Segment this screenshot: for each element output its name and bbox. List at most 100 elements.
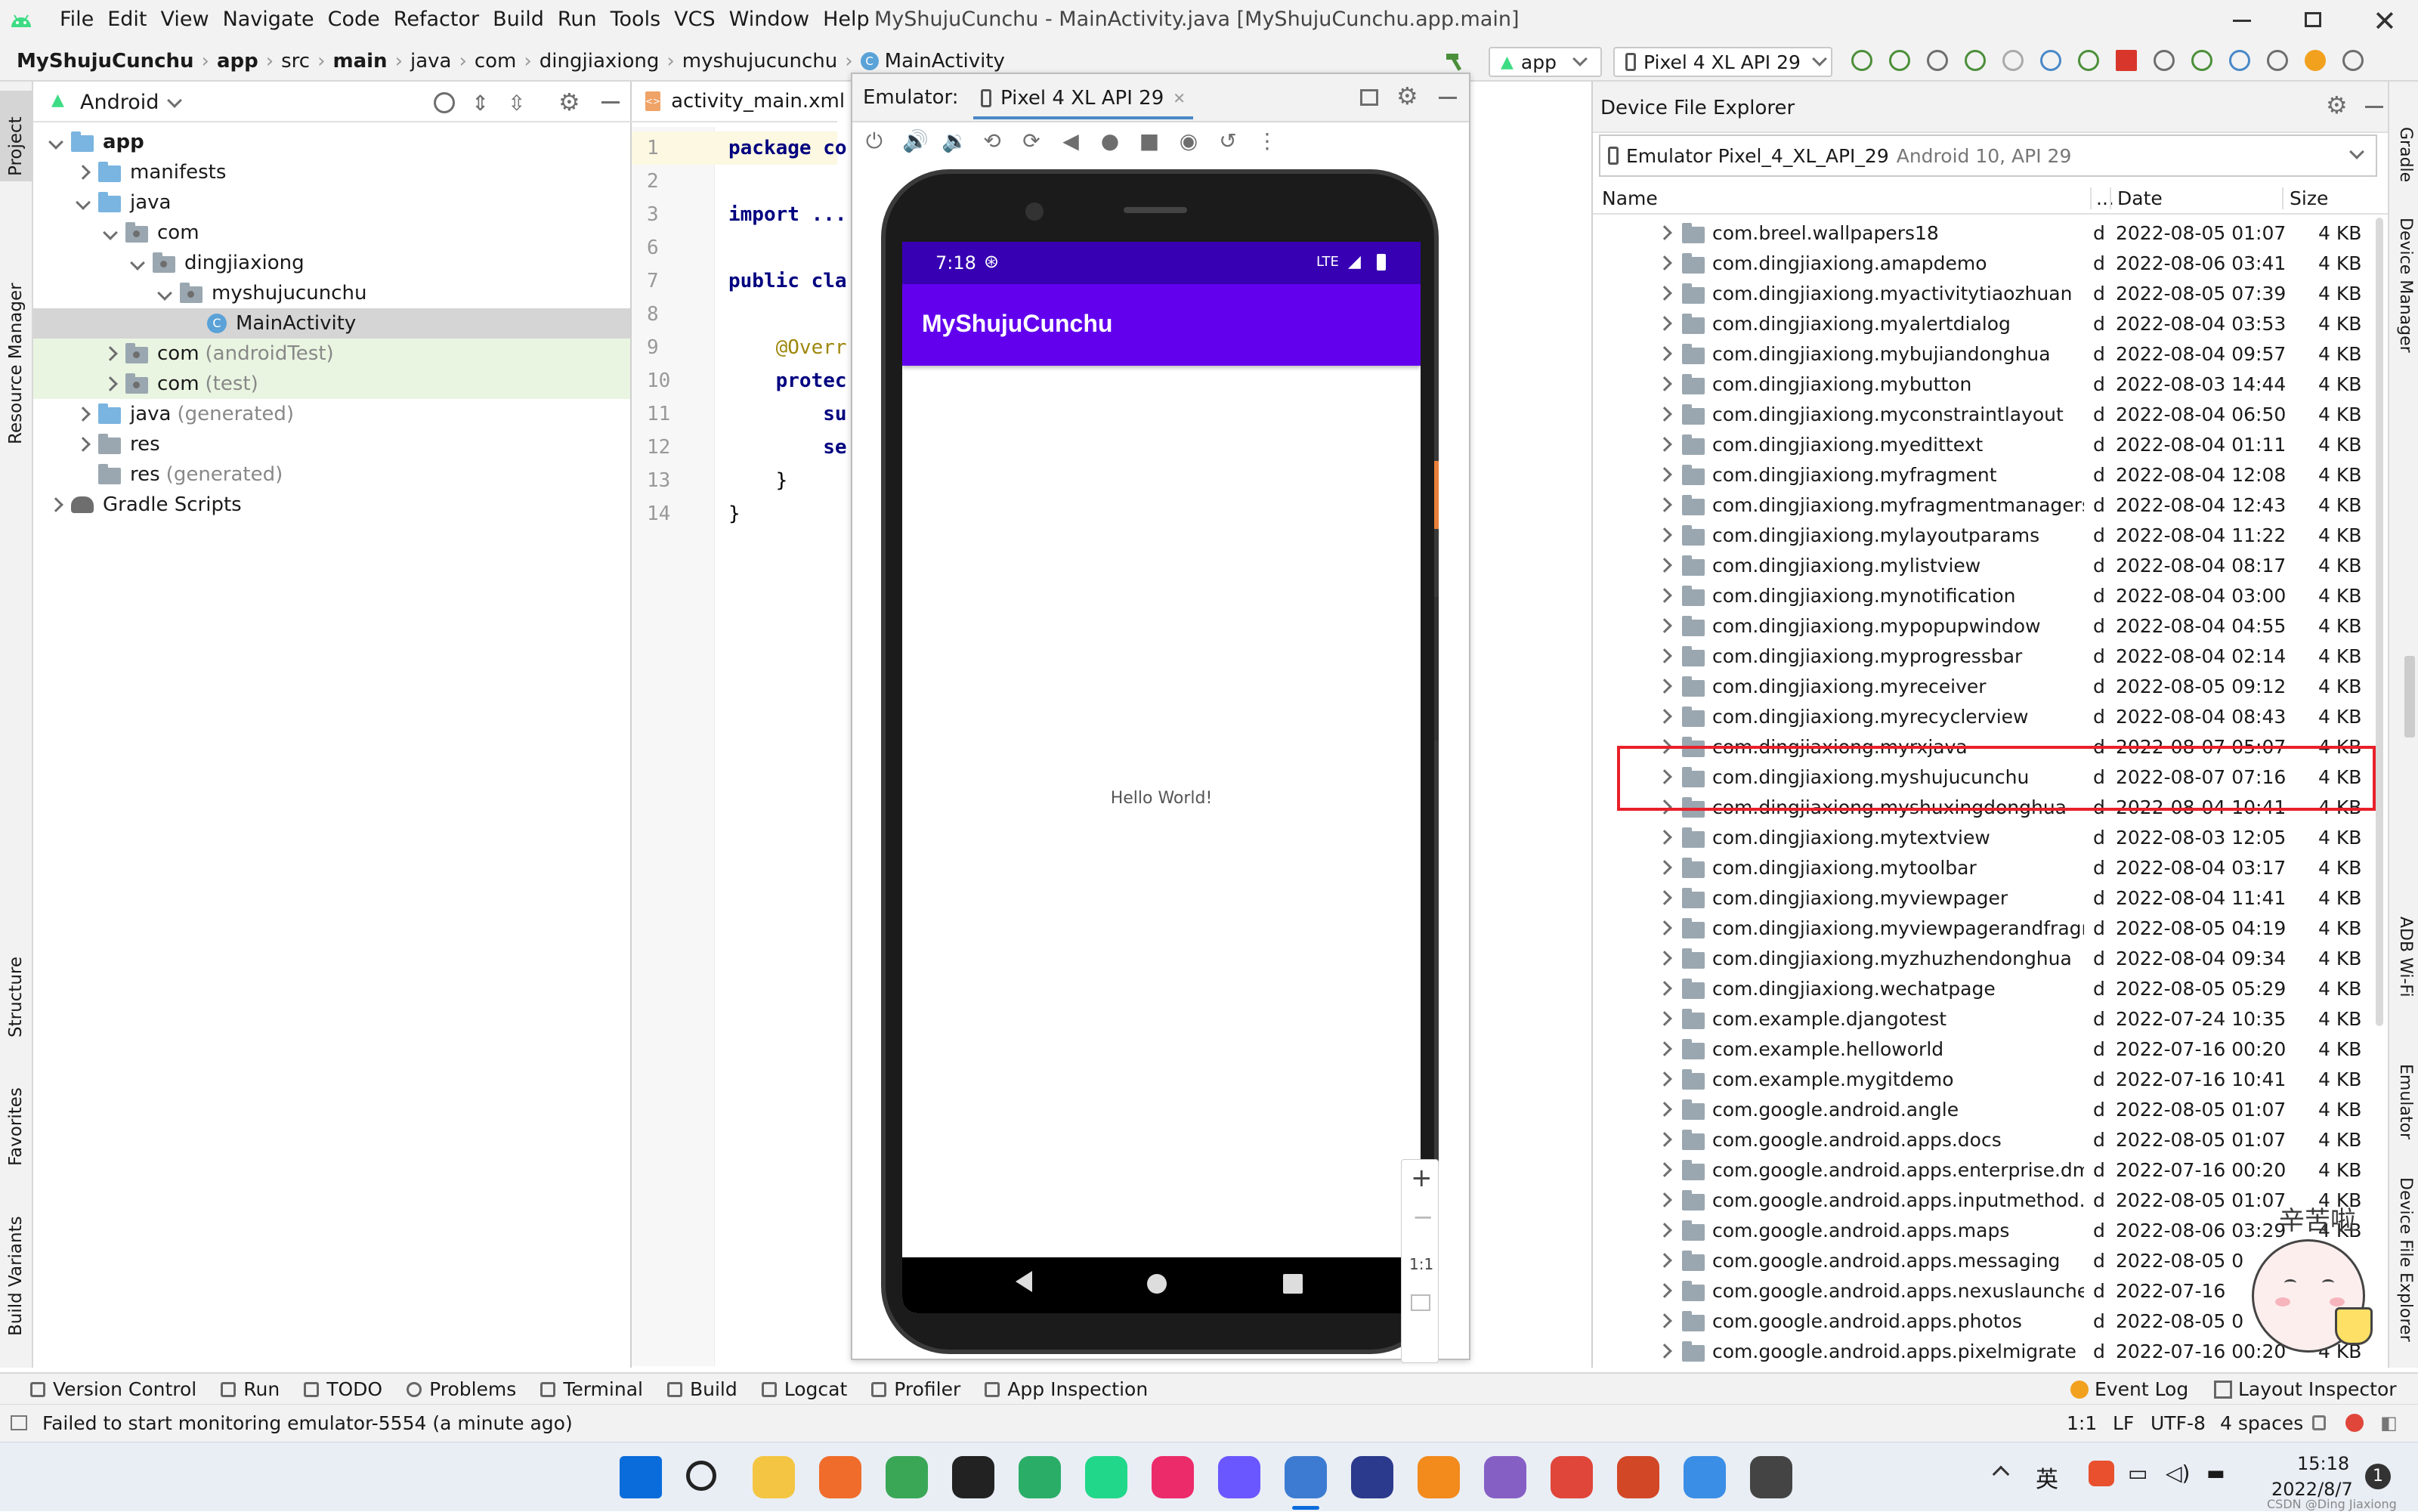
tree-toggle[interactable]	[68, 437, 98, 452]
chevron-right-icon[interactable]	[1657, 467, 1672, 482]
menu-edit[interactable]: Edit	[100, 8, 153, 35]
code-line[interactable]: 9 @Overr	[632, 331, 847, 364]
file-row[interactable]: com.example.djangotest d 2022-07-24 10:35 4…	[1593, 1003, 2389, 1034]
more-icon[interactable]: ⋮	[1256, 128, 1279, 154]
chevron-right-icon[interactable]	[1657, 286, 1672, 301]
android-studio-icon[interactable]	[1285, 1456, 1327, 1498]
device-selector[interactable]: Emulator Pixel_4_XL_API_29 Android 10, A…	[1599, 135, 2377, 177]
project-tree-item[interactable]: dingjiaxiong	[33, 248, 630, 278]
file-row[interactable]: com.dingjiaxiong.myfragment d 2022-08-04 1…	[1593, 459, 2389, 490]
status-toggle-icon[interactable]	[11, 1415, 27, 1430]
chevron-right-icon[interactable]	[1657, 1223, 1672, 1238]
file-row[interactable]: com.dingjiaxiong.mybutton d 2022-08-03 14:…	[1593, 369, 2389, 399]
menu-run[interactable]: Run	[551, 8, 604, 35]
intellij-icon[interactable]	[1152, 1456, 1194, 1498]
file-row[interactable]: com.dingjiaxiong.mypopupwindow d 2022-08-0…	[1593, 611, 2389, 641]
event-log-tab[interactable]: Event Log	[2070, 1378, 2188, 1400]
project-tree-item[interactable]: Gradle Scripts	[33, 490, 630, 520]
collapse-all-icon[interactable]: ⇳	[508, 91, 525, 116]
power-icon[interactable]: ⏻	[863, 128, 886, 154]
chevron-right-icon[interactable]	[1657, 679, 1672, 694]
minimize-button[interactable]	[2233, 20, 2251, 22]
store-icon[interactable]	[1684, 1456, 1726, 1498]
chevron-right-icon[interactable]	[1657, 316, 1672, 331]
breadcrumb-item[interactable]: app	[217, 50, 258, 73]
menu-build[interactable]: Build	[486, 8, 551, 35]
phone-screen[interactable]: 7:18 ⊛ LTE ◢ MyShujuCunchu Hello World!	[902, 242, 1421, 1313]
file-row[interactable]: com.dingjiaxiong.myviewpager d 2022-08-04 …	[1593, 883, 2389, 913]
chevron-right-icon[interactable]	[1657, 1102, 1672, 1117]
back-icon[interactable]: ◀	[1059, 128, 1082, 154]
file-row[interactable]: com.dingjiaxiong.myedittext d 2022-08-04 0…	[1593, 429, 2389, 459]
menu-file[interactable]: File	[53, 8, 100, 35]
chevron-right-icon[interactable]	[1657, 709, 1672, 724]
sync-gradle-icon[interactable]	[2154, 50, 2175, 71]
zoom-in-icon[interactable]: +	[1411, 1163, 1433, 1193]
rerun-icon[interactable]	[1851, 50, 1872, 71]
breadcrumb-item[interactable]: MyShujuCunchu	[17, 50, 194, 73]
close-tab-icon[interactable]: ✕	[1173, 89, 1186, 107]
restore-button[interactable]	[2305, 12, 2321, 27]
bottom-tab-build[interactable]: Build	[666, 1378, 737, 1400]
menu-help[interactable]: Help	[816, 8, 877, 35]
code-line[interactable]: 13 }	[632, 464, 837, 497]
chevron-right-icon[interactable]	[1657, 951, 1672, 966]
tree-toggle[interactable]	[41, 497, 71, 512]
file-row[interactable]: com.dingjiaxiong.myviewpagerandfragmen d 2…	[1593, 913, 2389, 943]
file-row[interactable]: com.example.helloworld d 2022-07-16 00:20 4…	[1593, 1034, 2389, 1064]
caret-position[interactable]: 1:1	[2067, 1412, 2097, 1434]
chevron-up-icon[interactable]	[1992, 1465, 2010, 1483]
taskbar-time[interactable]: 15:18	[2297, 1453, 2349, 1474]
file-row[interactable]: com.dingjiaxiong.myrecyclerview d 2022-08-…	[1593, 701, 2389, 731]
name-column-header[interactable]: Name	[1602, 187, 1658, 209]
file-row[interactable]: com.google.android.apps.docs d 2022-08-05 …	[1593, 1124, 2389, 1155]
bottom-tab-app-inspection[interactable]: App Inspection	[985, 1378, 1148, 1400]
file-row[interactable]: com.dingjiaxiong.mybujiandonghua d 2022-08…	[1593, 339, 2389, 369]
menu-refactor[interactable]: Refactor	[387, 8, 486, 35]
devcpp-icon[interactable]	[1351, 1456, 1393, 1498]
screenshot-icon[interactable]: ◉	[1177, 128, 1200, 154]
file-row[interactable]: com.dingjiaxiong.myalertdialog d 2022-08-0…	[1593, 308, 2389, 339]
file-row[interactable]: com.dingjiaxiong.mynotification d 2022-08-…	[1593, 580, 2389, 611]
chevron-right-icon[interactable]	[1657, 1253, 1672, 1268]
apply-code-icon[interactable]	[2078, 50, 2099, 71]
update-icon[interactable]	[2305, 50, 2326, 71]
chevron-right-icon[interactable]	[1657, 497, 1672, 512]
code-line[interactable]: 11 su	[632, 397, 847, 431]
error-icon[interactable]	[2345, 1414, 2364, 1432]
emulator-tool-label[interactable]: Emulator	[2396, 1064, 2415, 1139]
tree-toggle[interactable]	[95, 225, 125, 240]
chevron-right-icon[interactable]	[1657, 1071, 1672, 1087]
file-row[interactable]: com.dingjiaxiong.myconstraintlayout d 2022…	[1593, 399, 2389, 429]
bottom-tab-todo[interactable]: TODO	[304, 1378, 382, 1400]
file-row[interactable]: com.google.android.apps.enterprise.dmage…	[1593, 1155, 2389, 1185]
typora-icon[interactable]	[1750, 1456, 1792, 1498]
zoom-out-icon[interactable]: −	[1412, 1202, 1434, 1232]
tree-toggle[interactable]	[122, 255, 153, 271]
menu-vcs[interactable]: VCS	[667, 8, 722, 35]
firefox-icon[interactable]	[819, 1456, 861, 1498]
chevron-right-icon[interactable]	[1657, 618, 1672, 633]
menu-view[interactable]: View	[153, 8, 215, 35]
chevron-right-icon[interactable]	[1657, 376, 1672, 391]
file-row[interactable]: com.dingjiaxiong.mytoolbar d 2022-08-04 03…	[1593, 852, 2389, 883]
breadcrumb-item[interactable]: myshujucunchu	[682, 50, 837, 73]
tree-toggle[interactable]	[95, 376, 125, 391]
code-line[interactable]: 2	[632, 165, 837, 198]
close-window-button[interactable]: ✕	[2373, 5, 2397, 38]
build-variants-tool-label[interactable]: Build Variants	[6, 1216, 26, 1336]
network-icon[interactable]: ▭	[2128, 1461, 2147, 1486]
run-config-dropdown[interactable]: ▲ app	[1489, 47, 1602, 77]
file-row[interactable]: com.dingjiaxiong.myactivitytiaozhuan d 202…	[1593, 278, 2389, 308]
chevron-down-icon[interactable]	[167, 93, 182, 108]
date-column-header[interactable]: Date	[2110, 187, 2163, 209]
bottom-tab-run[interactable]: Run	[221, 1378, 280, 1400]
line-separator[interactable]: LF	[2113, 1412, 2134, 1434]
code-line[interactable]: 6	[632, 231, 837, 264]
hbuilder-icon[interactable]	[1551, 1456, 1593, 1498]
file-row[interactable]: com.dingjiaxiong.amapdemo d 2022-08-06 03:…	[1593, 248, 2389, 278]
resource-manager-tool-label[interactable]: Resource Manager	[6, 283, 26, 444]
chevron-right-icon[interactable]	[1657, 920, 1672, 935]
sublime-icon[interactable]	[1418, 1456, 1460, 1498]
pycharm-icon[interactable]	[1085, 1456, 1127, 1498]
